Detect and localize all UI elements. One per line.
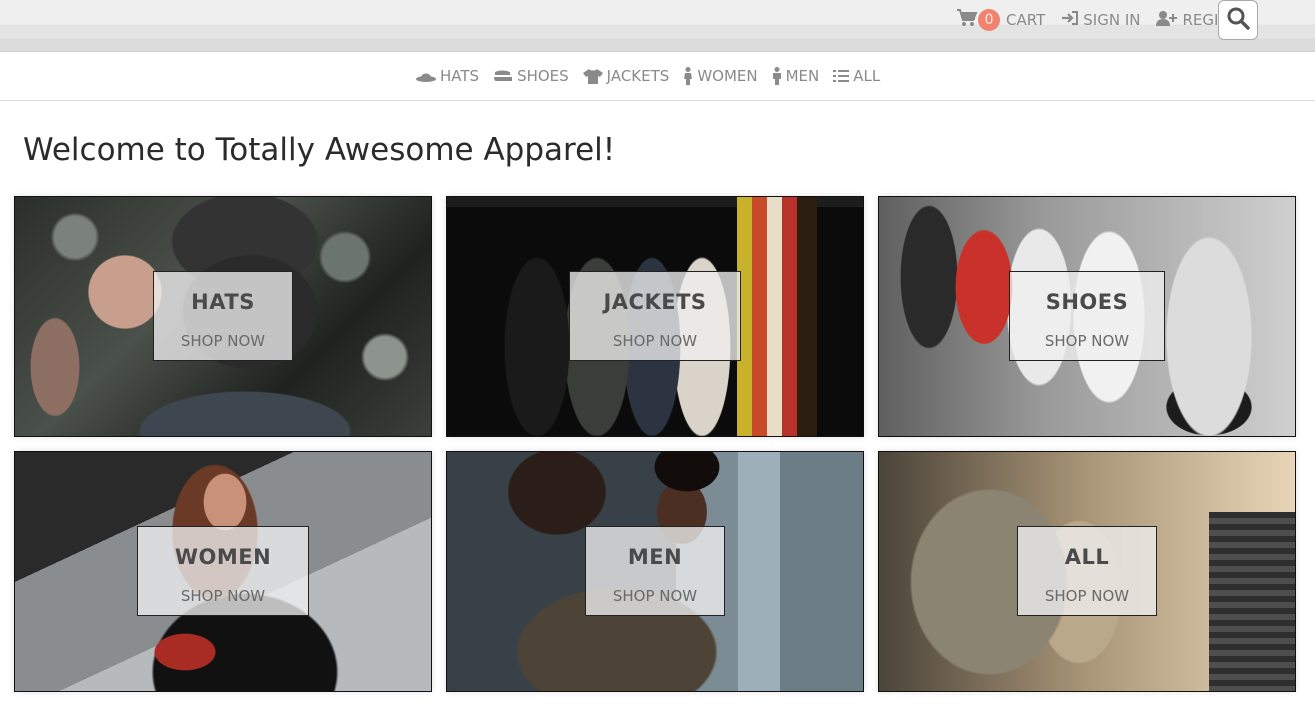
nav-item-label: WOMEN [697, 67, 758, 85]
cart-link[interactable]: 0 CART [956, 8, 1045, 32]
nav-item-label: HATS [440, 67, 480, 85]
category-tile-jackets[interactable]: JACKETS SHOP NOW [446, 196, 864, 437]
category-tile-women[interactable]: WOMEN SHOP NOW [14, 451, 432, 692]
category-tile-all[interactable]: ALL SHOP NOW [878, 451, 1296, 692]
tile-title: HATS [191, 290, 255, 314]
search-button[interactable] [1218, 0, 1258, 40]
cart-count-badge: 0 [978, 9, 1001, 31]
nav-item-women[interactable]: WOMEN [683, 67, 758, 85]
shop-now-link[interactable]: SHOP NOW [181, 587, 265, 605]
hat-icon [416, 70, 436, 82]
tile-title: ALL [1064, 545, 1110, 569]
tile-title: WOMEN [174, 545, 272, 569]
shirt-icon [582, 68, 603, 84]
category-tile-men[interactable]: MEN SHOP NOW [446, 451, 864, 692]
shop-now-link[interactable]: SHOP NOW [1045, 332, 1129, 350]
nav-item-men[interactable]: MEN [772, 67, 820, 85]
tile-label-box[interactable]: MEN SHOP NOW [585, 526, 725, 616]
female-icon [683, 67, 693, 85]
category-tile-hats[interactable]: HATS SHOP NOW [14, 196, 432, 437]
shop-now-link[interactable]: SHOP NOW [1045, 587, 1129, 605]
nav-item-hats[interactable]: HATS [416, 67, 479, 85]
shop-now-link[interactable]: SHOP NOW [613, 587, 697, 605]
tile-title: SHOES [1045, 290, 1129, 314]
list-icon [833, 69, 850, 83]
tile-label-box[interactable]: JACKETS SHOP NOW [569, 271, 741, 361]
sign-in-label: SIGN IN [1083, 11, 1141, 29]
tile-title: MEN [627, 545, 683, 569]
nav-item-label: JACKETS [606, 67, 670, 85]
add-user-icon [1156, 10, 1178, 30]
tile-label-box[interactable]: WOMEN SHOP NOW [137, 526, 309, 616]
nav-item-label: ALL [853, 67, 881, 85]
category-tile-shoes[interactable]: SHOES SHOP NOW [878, 196, 1296, 437]
nav-item-shoes[interactable]: SHOES [493, 67, 569, 85]
search-icon [1226, 6, 1250, 34]
cart-icon [956, 8, 978, 32]
tile-title: JACKETS [603, 290, 707, 314]
category-nav: HATS SHOES JACKETS WOMEN MEN ALL [0, 52, 1315, 101]
cart-label: CART [1006, 11, 1046, 29]
sign-in-icon [1061, 10, 1079, 30]
nav-item-label: SHOES [517, 67, 569, 85]
nav-item-all[interactable]: ALL [833, 67, 880, 85]
account-links: 0 CART SIGN IN REGISTER [956, 0, 1257, 40]
tile-label-box[interactable]: ALL SHOP NOW [1017, 526, 1157, 616]
top-bar: 0 CART SIGN IN REGISTER [0, 0, 1315, 52]
tile-label-box[interactable]: SHOES SHOP NOW [1009, 271, 1165, 361]
page-title: Welcome to Totally Awesome Apparel! [23, 132, 616, 168]
tile-label-box[interactable]: HATS SHOP NOW [153, 271, 293, 361]
shoe-icon [493, 69, 513, 83]
shop-now-link[interactable]: SHOP NOW [613, 332, 697, 350]
nav-item-jackets[interactable]: JACKETS [582, 67, 670, 85]
sign-in-link[interactable]: SIGN IN [1061, 10, 1140, 30]
male-icon [772, 67, 782, 85]
nav-item-label: MEN [785, 67, 820, 85]
shop-now-link[interactable]: SHOP NOW [181, 332, 265, 350]
